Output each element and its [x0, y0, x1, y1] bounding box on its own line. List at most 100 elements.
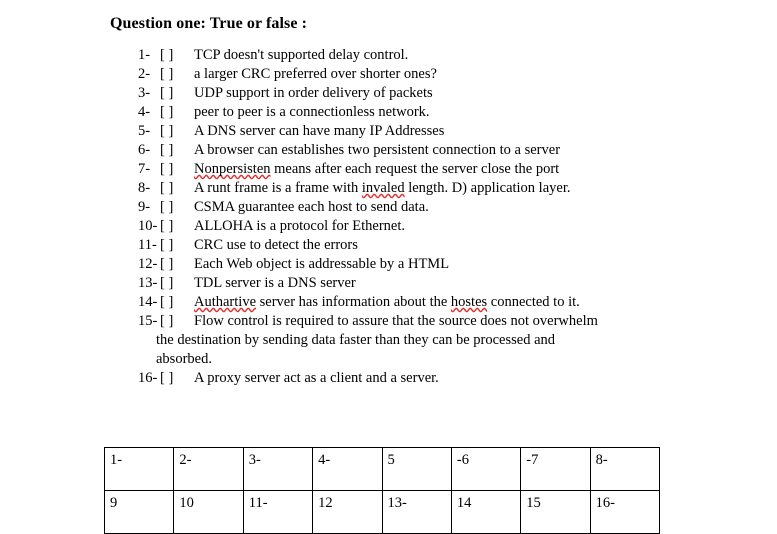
question-text-run: CRC use to detect the errors — [194, 237, 358, 253]
question-number: 7- — [138, 161, 151, 177]
question-text-run: A DNS server can have many IP Addresses — [194, 123, 445, 139]
question-number: 9- — [138, 199, 151, 215]
answer-cell[interactable]: -7 — [520, 447, 591, 491]
answer-cell[interactable]: 3- — [242, 447, 314, 491]
question-number: 16- — [138, 370, 158, 386]
question-text-continuation: the destination by sending data faster t… — [156, 332, 556, 348]
question-text-run: means after each request the server clos… — [270, 161, 560, 177]
question-text-run: UDP support in order delivery of packets — [194, 85, 433, 101]
question-text-run: a larger CRC preferred over shorter ones… — [194, 66, 437, 82]
question-text-run: A runt frame is a frame with — [194, 180, 362, 196]
question-number: 5- — [138, 123, 151, 139]
question-text-continuation: absorbed. — [156, 351, 212, 367]
question-text: ALLOHA is a protocol for Ethernet. — [194, 218, 738, 235]
question-text: CSMA guarantee each host to send data. — [194, 199, 738, 216]
question-item: 8- [ ] A runt frame is a frame with invale… — [138, 180, 738, 199]
spellcheck-word: invaled — [361, 180, 405, 196]
question-text: A runt frame is a frame with invaled len… — [194, 180, 738, 197]
question-item: 12-[ ] Each Web object is addressable by … — [138, 256, 738, 275]
question-text-run: CSMA guarantee each host to send data. — [194, 199, 429, 215]
question-item: 13-[ ] TDL server is a DNS server — [138, 275, 738, 294]
question-text-run: A proxy server act as a client and a ser… — [194, 370, 439, 386]
question-text-run: ALLOHA is a protocol for Ethernet. — [194, 218, 406, 234]
question-item: 4- [ ] peer to peer is a connectionless n… — [138, 104, 738, 123]
question-text-run: length. D) application layer. — [404, 180, 571, 196]
question-item: 10-[ ] ALLOHA is a protocol for Ethernet. — [138, 218, 738, 237]
answer-cell[interactable]: 12 — [312, 490, 383, 534]
question-number: 14- — [138, 294, 158, 310]
answer-checkbox-bracket[interactable]: [ ] — [160, 85, 194, 102]
answer-cell[interactable]: 8- — [589, 447, 661, 491]
question-text: a larger CRC preferred over shorter ones… — [194, 66, 738, 83]
question-text: Each Web object is addressable by a HTML — [194, 256, 738, 273]
question-item: 5- [ ] A DNS server can have many IP Addre… — [138, 123, 738, 142]
answer-cell[interactable]: 13- — [381, 490, 452, 534]
question-item: 9- [ ] CSMA guarantee each host to send d… — [138, 199, 738, 218]
answer-cell[interactable]: 2- — [173, 447, 244, 491]
question-number: 13- — [138, 275, 158, 291]
question-number: 12- — [138, 256, 158, 272]
answer-cell[interactable]: 1- — [103, 447, 175, 491]
question-text: CRC use to detect the errors — [194, 237, 738, 254]
question-number: 10- — [138, 218, 158, 234]
question-text: Nonpersisten means after each request th… — [194, 161, 738, 178]
answer-checkbox-bracket[interactable]: [ ] — [160, 161, 194, 178]
answer-cell[interactable]: 9 — [103, 490, 175, 534]
question-number: 11- — [138, 237, 157, 253]
question-text: TCP doesn't supported delay control. — [194, 47, 738, 64]
answer-cell[interactable]: 5 — [381, 447, 452, 491]
question-number: 1- — [138, 47, 151, 63]
question-number: 4- — [138, 104, 151, 120]
question-text-run: connected to it. — [487, 294, 580, 310]
document-page: Question one: True or false : 1-[ ] TCP d… — [0, 0, 777, 534]
answer-table-body: 1- 2- 3- 4- 5 -6 -7 8- 9 10 11- 12 13- 14 15 16- — [103, 447, 661, 534]
answer-checkbox-bracket[interactable]: [ ] — [160, 256, 194, 273]
table-row: 9 10 11- 12 13- 14 15 16- — [103, 490, 661, 534]
answer-checkbox-bracket[interactable]: [ ] — [160, 294, 194, 311]
answer-checkbox-bracket[interactable]: [ ] — [160, 199, 194, 216]
answer-checkbox-bracket[interactable]: [ ] — [160, 66, 194, 83]
question-text-run: server has information about the — [256, 294, 451, 310]
spellcheck-word: hostes — [450, 294, 488, 310]
answer-checkbox-bracket[interactable]: [ ] — [160, 237, 194, 254]
question-text: Flow control is required to assure that … — [194, 313, 738, 330]
question-text-run: TDL server is a DNS server — [194, 275, 356, 291]
answer-checkbox-bracket[interactable]: [ ] — [160, 180, 194, 197]
question-text: UDP support in order delivery of packets — [194, 85, 738, 102]
question-number: 6- — [138, 142, 151, 158]
question-item: 7- [ ] Nonpersisten means after each requ… — [138, 161, 738, 180]
question-text: peer to peer is a connectionless network… — [194, 104, 738, 121]
answer-cell[interactable]: 11- — [242, 490, 314, 534]
question-item: 2- [ ] a larger CRC preferred over shorter… — [138, 66, 738, 85]
question-text: A DNS server can have many IP Addresses — [194, 123, 738, 140]
answer-cell[interactable]: 14 — [450, 490, 522, 534]
answer-cell[interactable]: 16- — [589, 490, 661, 534]
question-text: Authartive server has information about … — [194, 294, 738, 311]
answer-cell[interactable]: -6 — [450, 447, 522, 491]
question-text: A proxy server act as a client and a ser… — [194, 370, 738, 387]
question-item: 15-[ ] Flow control is required to assure… — [138, 313, 738, 332]
question-text-run: A browser can establishes two persistent… — [194, 142, 561, 158]
answer-checkbox-bracket[interactable]: [ ] — [160, 370, 194, 387]
question-number: 3- — [138, 85, 151, 101]
page-title: Question one: True or false : — [110, 15, 308, 32]
answer-checkbox-bracket[interactable]: [ ] — [160, 123, 194, 140]
question-number: 2- — [138, 66, 151, 82]
answer-checkbox-bracket[interactable]: [ ] — [160, 275, 194, 292]
answer-checkbox-bracket[interactable]: [ ] — [160, 104, 194, 121]
answer-cell[interactable]: 4- — [312, 447, 383, 491]
question-text-run: peer to peer is a connectionless network… — [194, 104, 430, 120]
answer-cell[interactable]: 10 — [173, 490, 244, 534]
question-text: TDL server is a DNS server — [194, 275, 738, 292]
question-item: 16-[ ] A proxy server act as a client and… — [138, 370, 738, 389]
answer-checkbox-bracket[interactable]: [ ] — [160, 142, 194, 159]
question-text: A browser can establishes two persistent… — [194, 142, 738, 159]
answer-checkbox-bracket[interactable]: [ ] — [160, 313, 194, 330]
question-item: 3- [ ] UDP support in order delivery of pa… — [138, 85, 738, 104]
table-row: 1- 2- 3- 4- 5 -6 -7 8- — [103, 447, 661, 491]
answer-cell[interactable]: 15 — [520, 490, 591, 534]
spellcheck-word: Authartive — [194, 294, 257, 310]
question-item: 14-[ ] Authartive server has information … — [138, 294, 738, 313]
answer-checkbox-bracket[interactable]: [ ] — [160, 218, 194, 235]
answer-checkbox-bracket[interactable]: [ ] — [160, 47, 194, 64]
